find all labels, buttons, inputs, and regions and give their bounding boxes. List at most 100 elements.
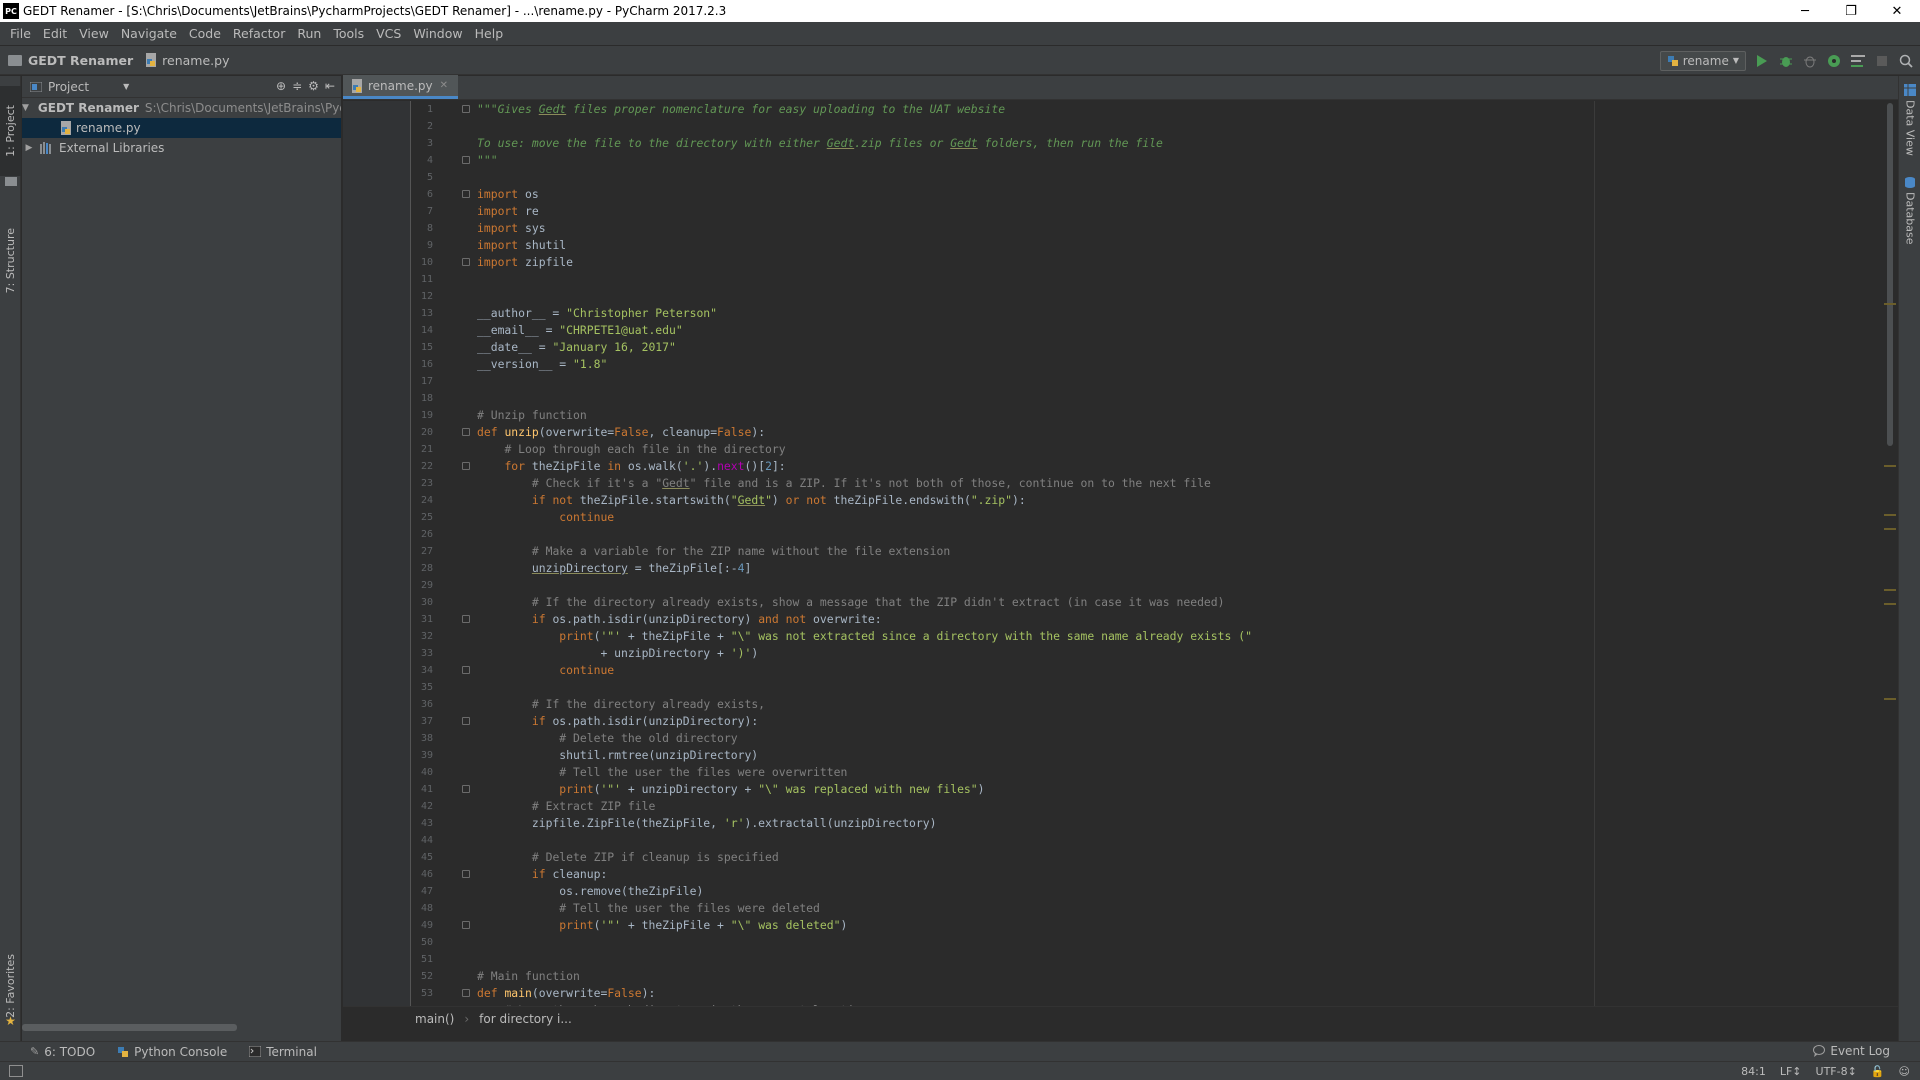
breadcrumb-for-loop[interactable]: for directory i...	[479, 1012, 572, 1026]
todo-tool-tab[interactable]: ✎ 6: TODO	[30, 1045, 95, 1059]
code-line[interactable]: 28 unzipDirectory = theZipFile[:-4]	[411, 560, 1881, 577]
run-button[interactable]	[1754, 53, 1770, 69]
vertical-scrollbar[interactable]	[1886, 101, 1894, 1006]
code-line[interactable]: 41 print('"' + unzipDirectory + "\" was …	[411, 781, 1881, 798]
nav-crumb-project[interactable]: GEDT Renamer	[0, 53, 137, 68]
structure-tool-tab[interactable]: 7: Structure	[0, 221, 21, 301]
code-line[interactable]: 34 continue	[411, 662, 1881, 679]
event-log-tool-tab[interactable]: Event Log	[1813, 1044, 1890, 1058]
menu-vcs[interactable]: VCS	[370, 26, 407, 41]
code-line[interactable]: 48 # Tell the user the files were delete…	[411, 900, 1881, 917]
code-line[interactable]: 22 for theZipFile in os.walk('.').next()…	[411, 458, 1881, 475]
code-line[interactable]: 47 os.remove(theZipFile)	[411, 883, 1881, 900]
terminal-tool-tab[interactable]: Terminal	[249, 1045, 317, 1059]
code-line[interactable]: 50	[411, 934, 1881, 951]
menu-edit[interactable]: Edit	[37, 26, 73, 41]
minimize-button[interactable]: ─	[1782, 0, 1828, 22]
fold-marker-icon[interactable]	[462, 921, 470, 929]
code-line[interactable]: 35	[411, 679, 1881, 696]
code-line[interactable]: 43 zipfile.ZipFile(theZipFile, 'r').extr…	[411, 815, 1881, 832]
code-line[interactable]: 52 # Main function	[411, 968, 1881, 985]
hide-panel-icon[interactable]: ⇤	[325, 79, 335, 93]
code-line[interactable]: 36 # If the directory already exists,	[411, 696, 1881, 713]
gear-icon[interactable]: ⚙	[308, 79, 319, 93]
menu-help[interactable]: Help	[469, 26, 510, 41]
code-line[interactable]: 37 if os.path.isdir(unzipDirectory):	[411, 713, 1881, 730]
code-line[interactable]: 45 # Delete ZIP if cleanup is specified	[411, 849, 1881, 866]
code-line[interactable]: 29	[411, 577, 1881, 594]
file-encoding[interactable]: UTF-8↕	[1816, 1065, 1857, 1078]
error-stripe-marker[interactable]	[1884, 603, 1896, 605]
menu-run[interactable]: Run	[291, 26, 327, 41]
tool-windows-toggle-icon[interactable]	[9, 1065, 23, 1077]
search-everywhere-button[interactable]	[1898, 53, 1914, 69]
code-line[interactable]: 15 __date__ = "January 16, 2017"	[411, 339, 1881, 356]
code-line[interactable]: 12	[411, 288, 1881, 305]
code-line[interactable]: 19 # Unzip function	[411, 407, 1881, 424]
code-line[interactable]: 53 def main(overwrite=False):	[411, 985, 1881, 1002]
concurrency-button[interactable]	[1850, 53, 1866, 69]
code-lines[interactable]: 1 """Gives Gedt files proper nomenclature…	[411, 101, 1881, 1006]
fold-marker-icon[interactable]	[462, 666, 470, 674]
code-line[interactable]: 7 import re	[411, 203, 1881, 220]
breadcrumb-main[interactable]: main()	[415, 1012, 454, 1026]
fold-marker-icon[interactable]	[462, 615, 470, 623]
collapse-all-icon[interactable]: ≑	[292, 79, 302, 93]
nav-crumb-file[interactable]: rename.py	[137, 53, 233, 68]
scrollbar-thumb[interactable]	[1887, 103, 1893, 446]
code-line[interactable]: 13 __author__ = "Christopher Peterson"	[411, 305, 1881, 322]
close-tab-icon[interactable]: ✕	[440, 80, 448, 91]
code-line[interactable]: 6 import os	[411, 186, 1881, 203]
run-config-select[interactable]: rename ▼	[1659, 50, 1746, 71]
code-line[interactable]: 2	[411, 118, 1881, 135]
expand-arrow-icon[interactable]: ▼	[22, 103, 29, 113]
stop-button[interactable]	[1874, 53, 1890, 69]
code-area[interactable]: 1 """Gives Gedt files proper nomenclature…	[343, 101, 1898, 1006]
fold-marker-icon[interactable]	[462, 428, 470, 436]
restore-button[interactable]: ❐	[1828, 0, 1874, 22]
error-stripe-marker[interactable]	[1884, 589, 1896, 591]
code-line[interactable]: 39 shutil.rmtree(unzipDirectory)	[411, 747, 1881, 764]
code-line[interactable]: 46 if cleanup:	[411, 866, 1881, 883]
error-stripe-marker[interactable]	[1884, 528, 1896, 530]
code-line[interactable]: 11	[411, 271, 1881, 288]
horizontal-scrollbar[interactable]	[22, 1024, 237, 1031]
tree-item-rename-py[interactable]: rename.py	[22, 118, 341, 138]
project-view-selector[interactable]: Project	[48, 80, 89, 94]
code-line[interactable]: 20 def unzip(overwrite=False, cleanup=Fal…	[411, 424, 1881, 441]
error-stripe-marker[interactable]	[1884, 514, 1896, 516]
fold-marker-icon[interactable]	[462, 462, 470, 470]
menu-navigate[interactable]: Navigate	[115, 26, 183, 41]
fold-marker-icon[interactable]	[462, 870, 470, 878]
code-line[interactable]: 8 import sys	[411, 220, 1881, 237]
menu-view[interactable]: View	[73, 26, 115, 41]
menu-code[interactable]: Code	[183, 26, 227, 41]
fold-marker-icon[interactable]	[462, 785, 470, 793]
code-line[interactable]: 51	[411, 951, 1881, 968]
code-line[interactable]: 40 # Tell the user the files were overwr…	[411, 764, 1881, 781]
code-line[interactable]: 17	[411, 373, 1881, 390]
locate-file-icon[interactable]: ⊕	[276, 79, 286, 93]
project-tool-tab[interactable]: 1: Project	[0, 86, 21, 176]
menu-refactor[interactable]: Refactor	[227, 26, 291, 41]
tree-item-project-root[interactable]: ▼ GEDT Renamer S:\Chris\Documents\JetBra…	[22, 98, 341, 118]
code-line[interactable]: 31 if os.path.isdir(unzipDirectory) and …	[411, 611, 1881, 628]
code-line[interactable]: 9 import shutil	[411, 237, 1881, 254]
code-line[interactable]: 14 __email__ = "CHRPETE1@uat.edu"	[411, 322, 1881, 339]
code-line[interactable]: 10 import zipfile	[411, 254, 1881, 271]
code-line[interactable]: 5	[411, 169, 1881, 186]
code-line[interactable]: 27 # Make a variable for the ZIP name wi…	[411, 543, 1881, 560]
code-line[interactable]: 26	[411, 526, 1881, 543]
profile-button[interactable]	[1826, 53, 1842, 69]
data-view-tool-tab[interactable]: Data View	[1899, 84, 1920, 156]
line-separator[interactable]: LF↕	[1780, 1065, 1802, 1078]
python-console-tool-tab[interactable]: Python Console	[117, 1045, 227, 1059]
hector-icon[interactable]: ☺	[1899, 1065, 1910, 1078]
code-line[interactable]: 25 continue	[411, 509, 1881, 526]
database-tool-tab[interactable]: Database	[1899, 176, 1920, 245]
fold-marker-icon[interactable]	[462, 258, 470, 266]
code-line[interactable]: 32 print('"' + theZipFile + "\" was not …	[411, 628, 1881, 645]
code-line[interactable]: 3 To use: move the file to the directory …	[411, 135, 1881, 152]
read-only-lock-icon[interactable]: 🔓	[1871, 1065, 1885, 1078]
debug-button[interactable]	[1778, 53, 1794, 69]
